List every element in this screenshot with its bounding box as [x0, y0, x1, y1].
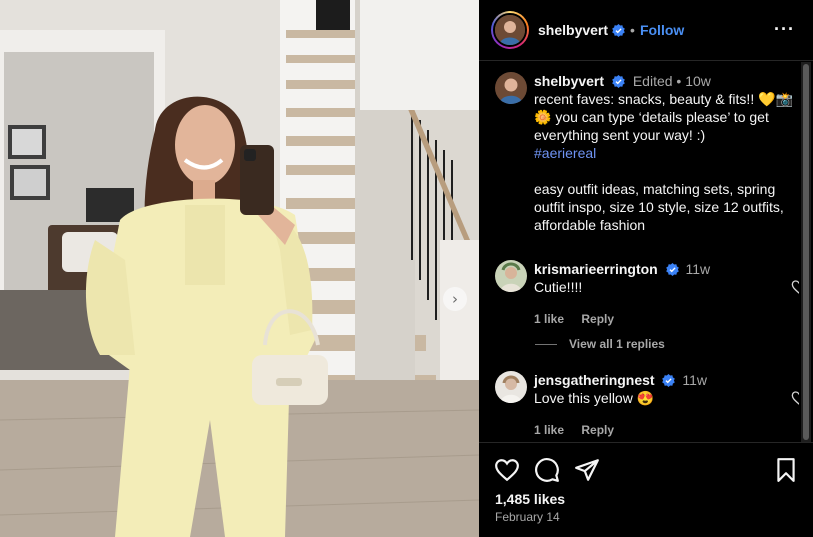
divider-line — [535, 343, 557, 345]
comment-likes[interactable]: 1 like — [534, 312, 564, 326]
author-username[interactable]: shelbyvert — [538, 22, 608, 38]
separator-dot: • — [676, 73, 686, 89]
post-actions-bar: 1,485 likes February 14 — [479, 442, 813, 537]
comments-list[interactable]: shelbyvert Edited • 10w recent faves: sn… — [479, 62, 799, 442]
like-comment-heart-icon[interactable] — [791, 390, 799, 406]
comment-item: jensgatheringnest 11w Love this yellow 😍… — [495, 371, 799, 439]
share-paper-plane-icon[interactable] — [574, 457, 600, 483]
reply-button[interactable]: Reply — [581, 312, 614, 326]
like-comment-heart-icon[interactable] — [791, 279, 799, 295]
caption-avatar[interactable] — [495, 72, 527, 104]
post-image[interactable]: › — [0, 0, 479, 537]
post-photo — [0, 0, 479, 537]
carousel-next-button[interactable]: › — [443, 287, 467, 311]
verified-badge-icon — [612, 75, 625, 88]
likes-count[interactable]: 1,485 likes — [495, 491, 565, 507]
verified-badge-icon — [662, 374, 676, 387]
author-avatar[interactable] — [493, 13, 527, 47]
post-details-panel: shelbyvert • Follow ··· shelbyvert Edite… — [479, 0, 813, 537]
comment-item: krismarieerrington 11w Cutie!!!! 1 like … — [495, 260, 799, 328]
verified-badge-icon — [612, 23, 625, 37]
comment-likes[interactable]: 1 like — [534, 423, 564, 437]
scrollbar-thumb[interactable] — [803, 64, 809, 440]
comment-text: Love this yellow 😍 — [534, 390, 655, 406]
hashtag-link[interactable]: #aeriereal — [534, 144, 795, 162]
comment-time[interactable]: 11w — [682, 372, 707, 388]
caption-text: recent faves: snacks, beauty & fits!! 💛📸… — [534, 91, 793, 143]
comments-scrollbar[interactable] — [801, 62, 811, 442]
caption-username[interactable]: shelbyvert — [534, 73, 604, 89]
view-replies-label: View all 1 replies — [569, 337, 665, 351]
comment-username[interactable]: krismarieerrington — [534, 261, 658, 277]
story-ring[interactable] — [491, 11, 529, 49]
more-options-icon[interactable]: ··· — [774, 19, 795, 40]
verified-badge-icon — [665, 263, 679, 276]
view-replies-button[interactable]: View all 1 replies — [535, 337, 665, 351]
post-header: shelbyvert • Follow ··· — [479, 0, 813, 61]
comment-username[interactable]: jensgatheringnest — [534, 372, 655, 388]
separator-dot: • — [630, 22, 635, 38]
follow-button[interactable]: Follow — [640, 22, 684, 38]
commenter-avatar[interactable] — [495, 371, 527, 403]
post-date[interactable]: February 14 — [495, 510, 560, 524]
commenter-avatar[interactable] — [495, 260, 527, 292]
comment-time[interactable]: 11w — [686, 261, 711, 277]
caption: shelbyvert Edited • 10w recent faves: sn… — [495, 72, 795, 234]
chevron-right-icon: › — [452, 289, 458, 308]
caption-keywords: easy outfit ideas, matching sets, spring… — [534, 181, 784, 233]
comment-bubble-icon[interactable] — [534, 457, 560, 483]
like-heart-icon[interactable] — [494, 457, 520, 483]
reply-button[interactable]: Reply — [581, 423, 614, 437]
caption-time[interactable]: 10w — [685, 73, 711, 89]
save-bookmark-icon[interactable] — [773, 457, 799, 483]
comment-text: Cutie!!!! — [534, 279, 583, 295]
edited-label: Edited — [632, 73, 673, 89]
